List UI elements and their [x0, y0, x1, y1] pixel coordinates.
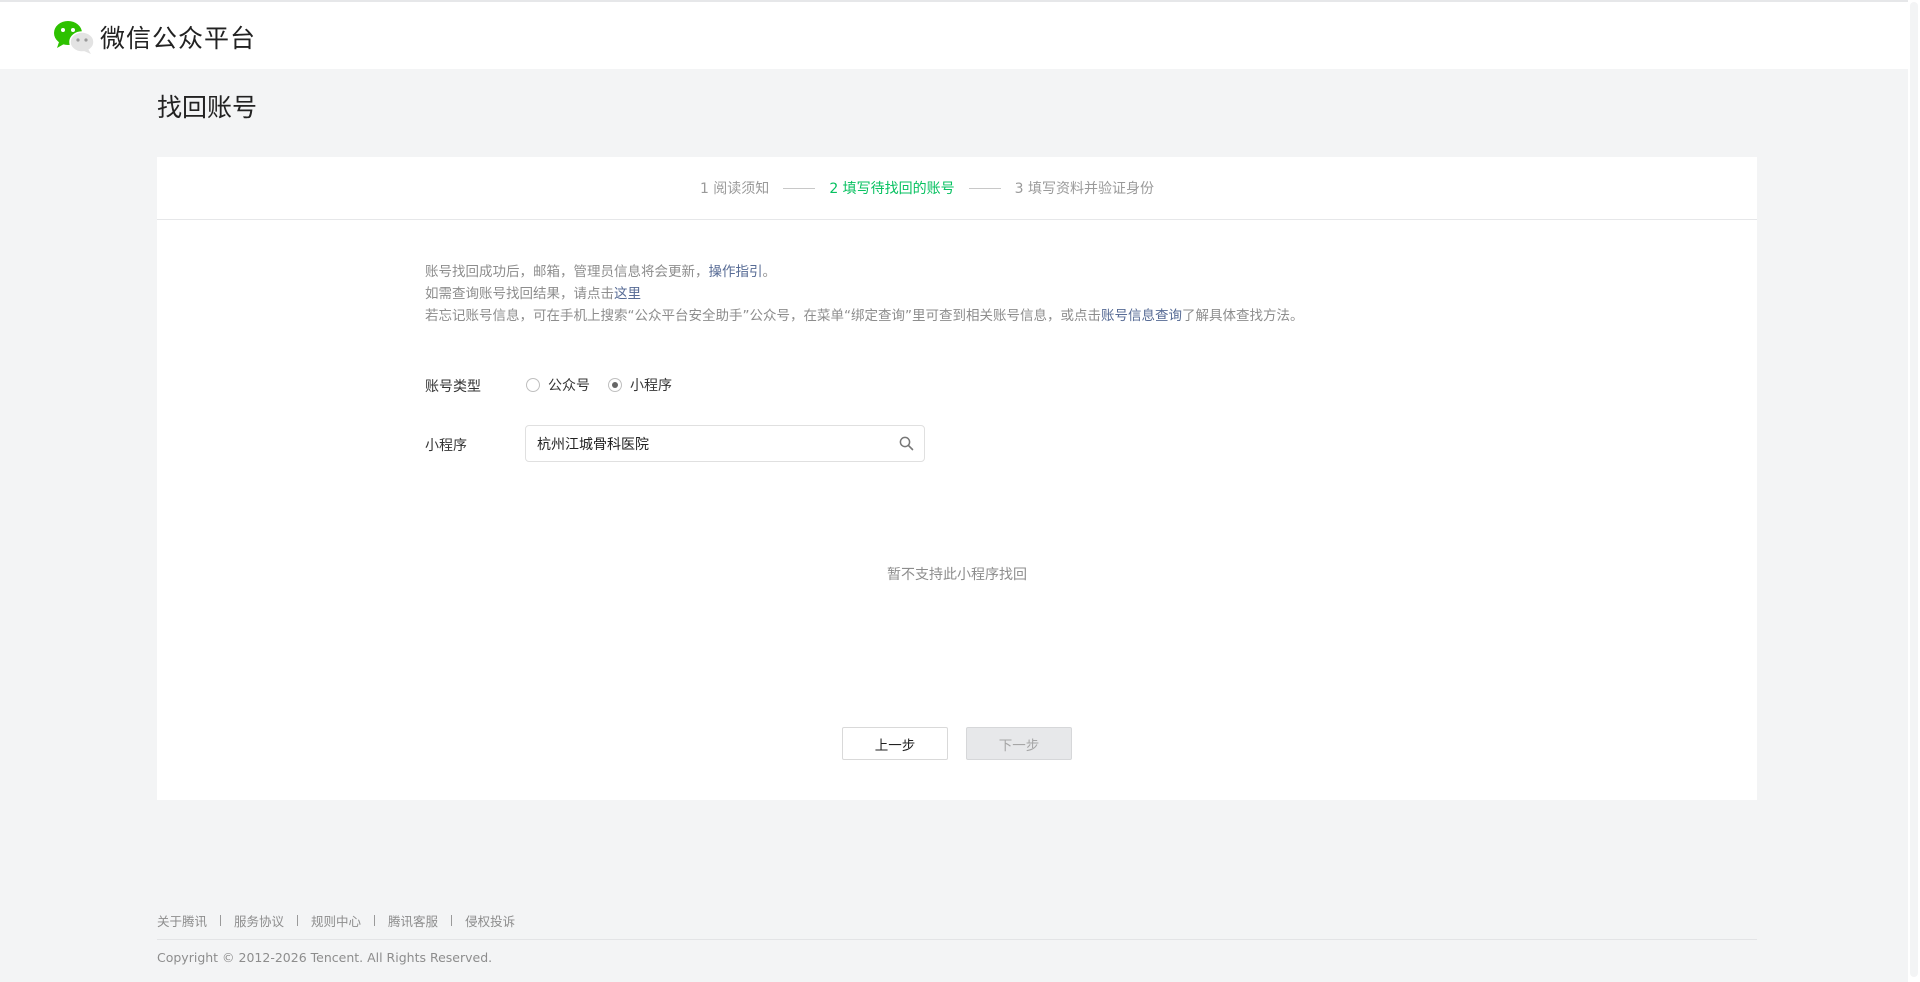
miniprogram-search-box[interactable]	[525, 425, 925, 462]
copyright: Copyright © 2012-2026 Tencent. All Right…	[157, 950, 493, 965]
footer-divider	[157, 939, 1757, 940]
page-scrollbar[interactable]	[1908, 0, 1920, 982]
step-1: 1 阅读须知	[699, 181, 770, 197]
footer-link-support[interactable]: 腾讯客服	[388, 911, 438, 930]
notes: 账号找回成功后，邮箱，管理员信息将会更新，操作指引。 如需查询账号找回结果，请点…	[425, 261, 1303, 327]
prev-step-button[interactable]: 上一步	[842, 727, 948, 760]
next-step-button[interactable]: 下一步	[966, 727, 1072, 760]
radio-button[interactable]	[526, 378, 540, 392]
footer-link-about[interactable]: 关于腾讯	[157, 911, 207, 930]
unsupported-tip: 暂不支持此小程序找回	[887, 567, 1027, 583]
brand-title[interactable]: 微信公众平台	[100, 19, 256, 55]
step-connector	[783, 187, 816, 189]
query-result-link[interactable]: 这里	[614, 286, 641, 302]
footer-separator	[297, 915, 299, 926]
miniprogram-search-input[interactable]	[526, 426, 888, 461]
radio-button-checked[interactable]	[608, 378, 622, 392]
miniprogram-label: 小程序	[425, 438, 467, 454]
step-3: 3 填写资料并验证身份	[1014, 181, 1155, 197]
footer-separator	[451, 915, 453, 926]
step-connector	[968, 187, 1001, 189]
radio-official-account[interactable]: 公众号	[526, 375, 590, 395]
wechat-logo-icon[interactable]	[53, 20, 95, 54]
account-type-radio-group: 公众号 小程序	[526, 375, 690, 395]
radio-label: 公众号	[548, 378, 590, 394]
operation-guide-link[interactable]: 操作指引	[709, 264, 763, 280]
account-type-label: 账号类型	[425, 379, 481, 395]
scrollbar-thumb[interactable]	[1910, 2, 1918, 977]
note-text: 账号找回成功后，邮箱，管理员信息将会更新，	[425, 264, 709, 280]
search-icon[interactable]	[888, 426, 924, 461]
footer-link-service-agreement[interactable]: 服务协议	[234, 911, 284, 930]
step-indicator: 1 阅读须知 2 填写待找回的账号 3 填写资料并验证身份	[157, 157, 1757, 220]
footer-separator	[220, 915, 222, 926]
account-info-query-link[interactable]: 账号信息查询	[1101, 308, 1182, 324]
step-2: 2 填写待找回的账号	[829, 181, 955, 197]
radio-miniprogram[interactable]: 小程序	[608, 375, 672, 395]
note-text: 了解具体查找方法。	[1181, 308, 1304, 324]
footer-link-complaint[interactable]: 侵权投诉	[465, 911, 515, 930]
note-text: 若忘记账号信息，可在手机上搜索“公众平台安全助手”公众号，在菜单“绑定查询”里可…	[425, 308, 1101, 324]
note-text: 。	[762, 264, 777, 280]
note-line-3: 若忘记账号信息，可在手机上搜索“公众平台安全助手”公众号，在菜单“绑定查询”里可…	[425, 305, 1303, 327]
footer-links: 关于腾讯 服务协议 规则中心 腾讯客服 侵权投诉	[157, 911, 515, 930]
note-line-1: 账号找回成功后，邮箱，管理员信息将会更新，操作指引。	[425, 261, 1303, 283]
footer-link-rules[interactable]: 规则中心	[311, 911, 361, 930]
top-header: 微信公众平台	[0, 0, 1920, 69]
radio-label: 小程序	[630, 378, 672, 394]
recover-account-panel: 1 阅读须知 2 填写待找回的账号 3 填写资料并验证身份 账号找回成功后，邮箱…	[157, 157, 1757, 800]
footer-separator	[374, 915, 376, 926]
page-title: 找回账号	[157, 93, 258, 122]
note-text: 如需查询账号找回结果，请点击	[425, 286, 614, 302]
note-line-2: 如需查询账号找回结果，请点击这里	[425, 283, 1303, 305]
